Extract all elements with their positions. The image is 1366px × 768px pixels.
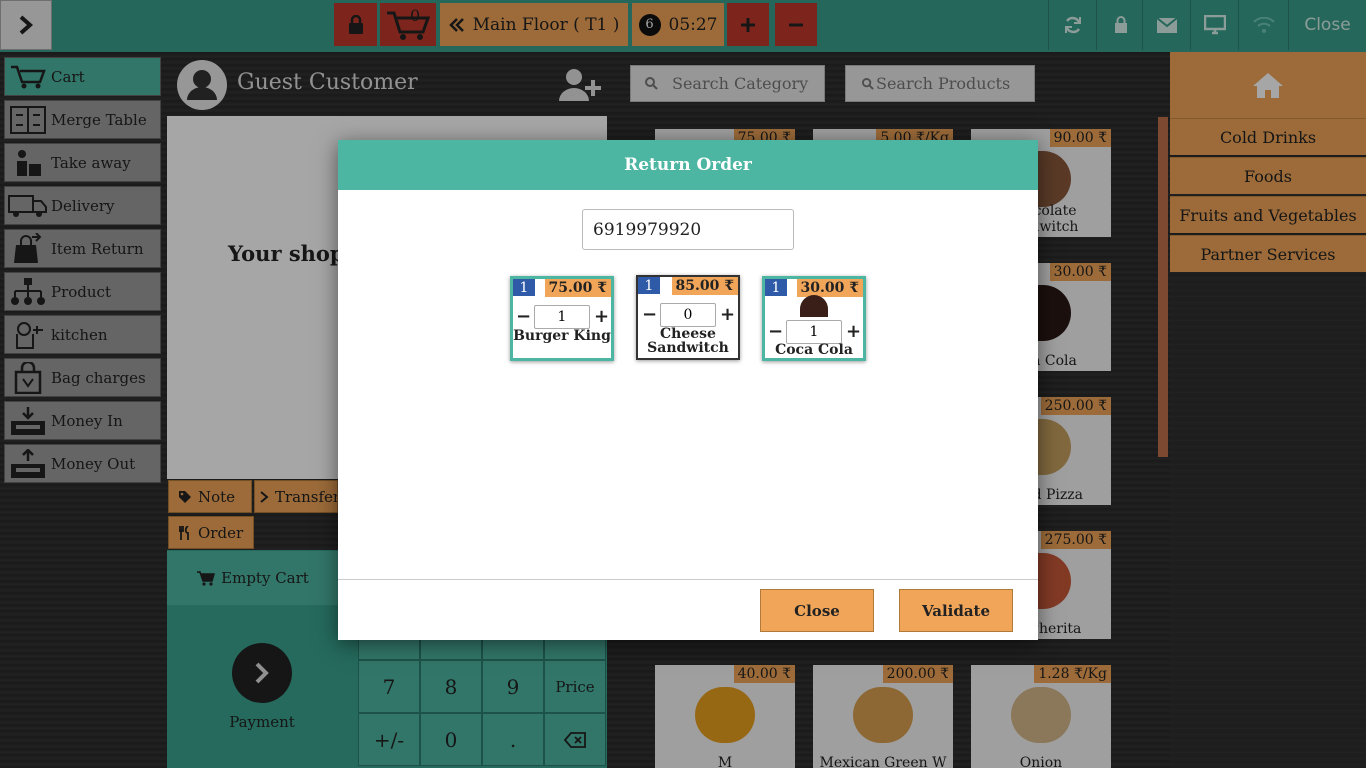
return-qty-input[interactable] [786,320,842,344]
return-item-card[interactable]: 185.00 ₹−+Cheese Sandwitch [636,275,740,360]
return-qty-stepper: −+ [513,305,611,329]
return-order-modal: Return Order 175.00 ₹−+Burger King185.00… [338,140,1038,640]
increment-button[interactable]: + [594,308,609,326]
decrement-button[interactable]: − [516,308,531,326]
ordered-qty-badge: 1 [513,279,535,296]
item-price: 30.00 ₹ [796,279,863,297]
modal-divider [338,579,1038,580]
order-reference-input[interactable] [582,209,794,250]
return-qty-stepper: −+ [638,303,738,327]
modal-title: Return Order [338,140,1038,190]
increment-button[interactable]: + [846,323,861,341]
item-name: Coca Cola [775,342,853,358]
close-button[interactable]: Close [760,589,874,632]
return-qty-stepper: −+ [765,320,863,344]
item-price: 85.00 ₹ [671,277,738,295]
return-item-card[interactable]: 130.00 ₹−+Coca Cola [762,276,866,361]
decrement-button[interactable]: − [642,306,657,324]
item-name: Cheese Sandwitch [647,326,729,356]
product-image [800,295,828,317]
ordered-qty-badge: 1 [765,279,787,296]
increment-button[interactable]: + [720,306,735,324]
ordered-qty-badge: 1 [638,277,660,294]
item-price: 75.00 ₹ [544,279,611,297]
return-item-card[interactable]: 175.00 ₹−+Burger King [510,276,614,361]
validate-button[interactable]: Validate [899,589,1013,632]
return-qty-input[interactable] [534,305,590,329]
return-qty-input[interactable] [660,303,716,327]
item-name: Burger King [513,328,611,344]
decrement-button[interactable]: − [768,323,783,341]
